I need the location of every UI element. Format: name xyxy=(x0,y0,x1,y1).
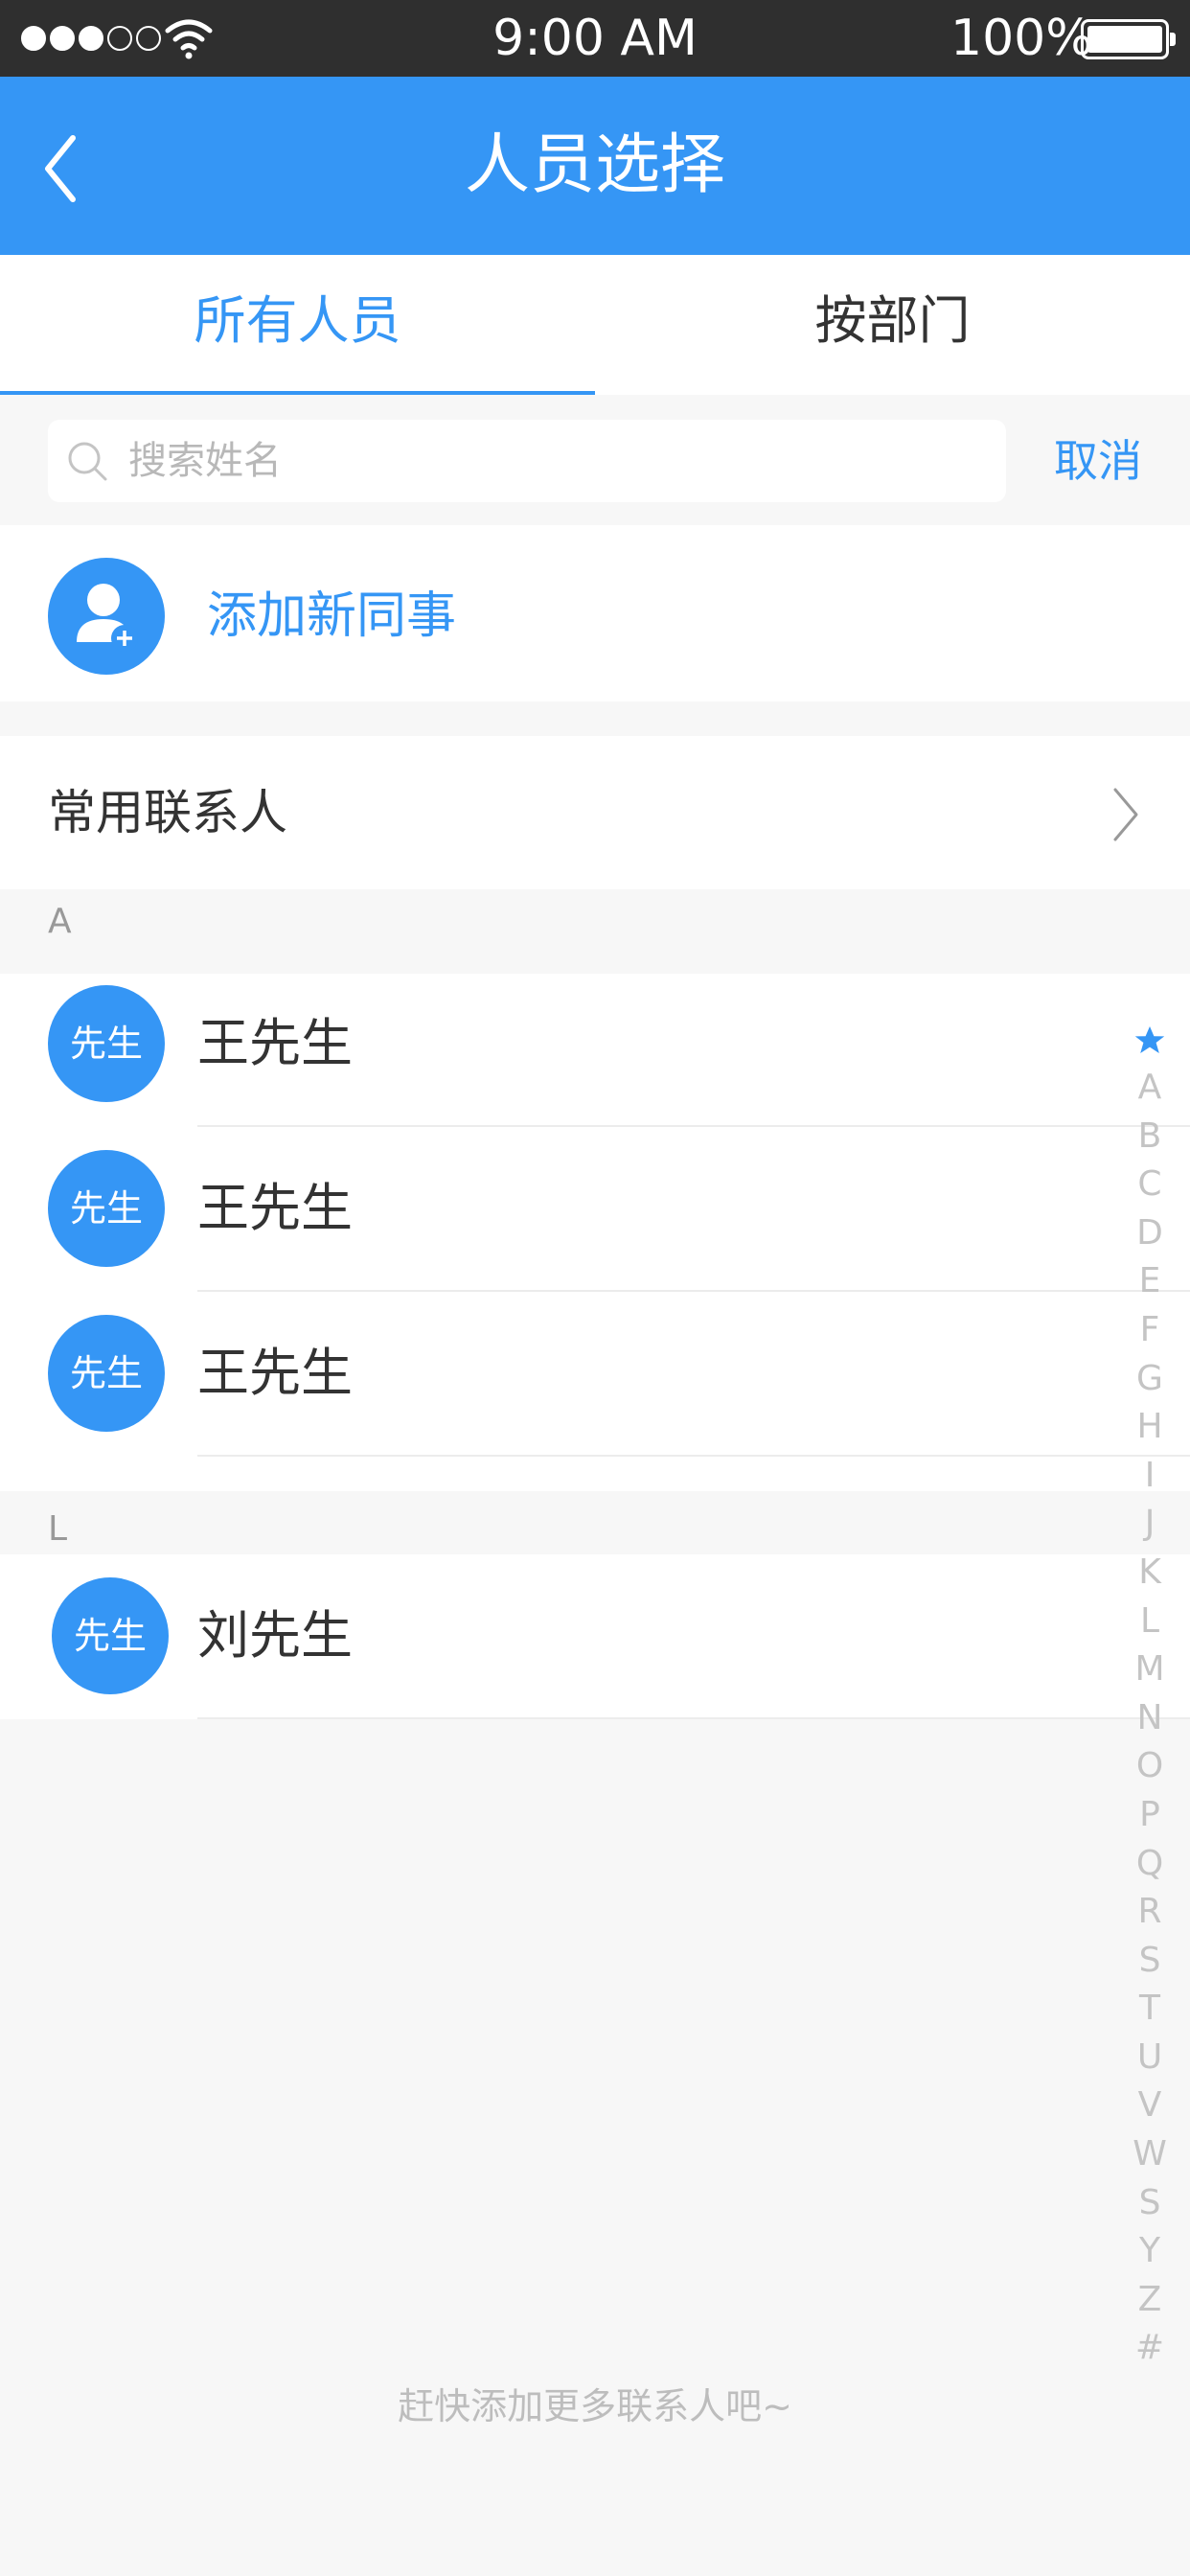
tab-all-people[interactable]: 所有人员 xyxy=(0,255,595,395)
index-letter[interactable]: H xyxy=(1131,1403,1169,1452)
index-letter[interactable]: S xyxy=(1131,1937,1169,1986)
index-letter[interactable]: # xyxy=(1131,2324,1169,2373)
index-letter[interactable]: F xyxy=(1131,1306,1169,1355)
avatar: 先生 xyxy=(52,1577,169,1694)
status-bar: 9:00 AM 100% xyxy=(0,0,1190,77)
index-letter[interactable]: V xyxy=(1131,2082,1169,2130)
empty-hint: 赶快添加更多联系人吧~ xyxy=(398,2385,792,2427)
favorites-label[interactable]: 常用联系人 xyxy=(48,736,287,889)
row-divider xyxy=(197,1290,1190,1292)
index-letter[interactable]: W xyxy=(1131,2130,1169,2179)
index-letter[interactable]: B xyxy=(1131,1113,1169,1162)
contact-row[interactable]: 先生 王先生 xyxy=(0,1315,1121,1432)
index-letter[interactable]: Q xyxy=(1131,1840,1169,1889)
add-colleague-label[interactable]: 添加新同事 xyxy=(207,558,456,675)
tab-active-indicator xyxy=(0,391,595,395)
index-letter[interactable]: U xyxy=(1131,2034,1169,2082)
index-letter[interactable]: D xyxy=(1131,1209,1169,1258)
chevron-right-icon xyxy=(1113,788,1138,841)
index-letter[interactable]: T xyxy=(1131,1985,1169,2034)
tab-by-department[interactable]: 按部门 xyxy=(595,255,1190,395)
contact-name: 刘先生 xyxy=(197,1605,353,1666)
index-letter[interactable]: C xyxy=(1131,1161,1169,1209)
index-letter[interactable]: A xyxy=(1131,1064,1169,1113)
contact-name: 王先生 xyxy=(197,1178,353,1238)
contact-name: 王先生 xyxy=(197,1343,353,1403)
contact-row[interactable]: 先生 刘先生 xyxy=(0,1577,1121,1694)
index-letter[interactable]: E xyxy=(1131,1257,1169,1306)
contact-row[interactable]: 先生 王先生 xyxy=(0,1150,1121,1267)
avatar: 先生 xyxy=(48,1315,165,1432)
index-letter[interactable]: M xyxy=(1131,1645,1169,1694)
index-letter[interactable]: Y xyxy=(1131,2227,1169,2276)
index-letter[interactable]: G xyxy=(1131,1355,1169,1404)
contact-row[interactable]: 先生 王先生 xyxy=(0,985,1121,1102)
tab-bar: 所有人员 按部门 xyxy=(0,255,1190,395)
add-colleague-row[interactable] xyxy=(0,525,1190,702)
index-letter[interactable]: I xyxy=(1131,1452,1169,1501)
battery-percent: 100% xyxy=(950,10,1093,67)
index-letter[interactable]: K xyxy=(1131,1549,1169,1598)
row-divider xyxy=(197,1717,1190,1719)
contact-name: 王先生 xyxy=(197,1013,353,1073)
alphabet-index-bar[interactable]: A B C D E F G H I J K L M N O P Q R S T U V W S Y Z # xyxy=(1131,1022,1169,2373)
index-letter[interactable]: J xyxy=(1131,1500,1169,1549)
search-input[interactable] xyxy=(126,420,989,502)
star-icon[interactable] xyxy=(1131,1022,1169,1060)
avatar: 先生 xyxy=(48,985,165,1102)
section-header-a: A xyxy=(48,902,72,941)
cancel-button[interactable]: 取消 xyxy=(1054,420,1142,502)
index-letter[interactable]: S xyxy=(1131,2179,1169,2228)
nav-bar: 人员选择 xyxy=(0,77,1190,255)
avatar: 先生 xyxy=(48,1150,165,1267)
add-user-icon xyxy=(48,558,165,675)
index-letter[interactable]: L xyxy=(1131,1598,1169,1646)
index-letter[interactable]: N xyxy=(1131,1694,1169,1743)
page-title: 人员选择 xyxy=(464,127,725,203)
index-letter[interactable]: O xyxy=(1131,1742,1169,1791)
index-letter[interactable]: R xyxy=(1131,1888,1169,1937)
row-divider xyxy=(197,1125,1190,1127)
section-header-l: L xyxy=(48,1509,68,1549)
index-letter[interactable]: Z xyxy=(1131,2276,1169,2325)
battery-icon xyxy=(1081,19,1176,59)
search-icon xyxy=(68,442,107,481)
index-letter[interactable]: P xyxy=(1131,1791,1169,1840)
search-box xyxy=(48,420,1006,502)
row-divider xyxy=(197,1455,1190,1457)
